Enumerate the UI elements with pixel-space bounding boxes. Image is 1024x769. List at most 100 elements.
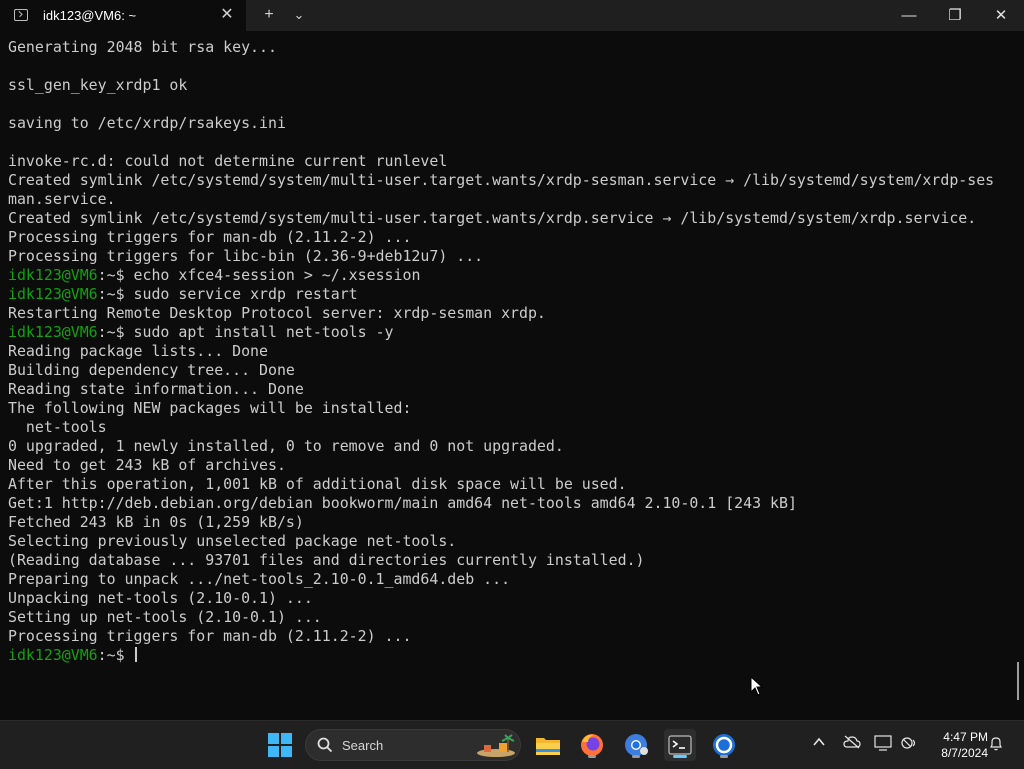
new-tab-button[interactable]: + [256, 3, 282, 27]
command-text [125, 646, 134, 664]
prompt-user-host: idk123@VM6 [8, 323, 98, 341]
terminal-line: Reading state information... Done [8, 380, 1018, 399]
cloud-offline-icon[interactable] [843, 735, 861, 749]
output-text: The following NEW packages will be insta… [8, 399, 412, 417]
terminal-prompt-line: idk123@VM6:~$ sudo service xrdp restart [8, 285, 1018, 304]
terminal-line: Created symlink /etc/systemd/system/mult… [8, 171, 1018, 190]
firefox-button[interactable] [576, 729, 608, 761]
running-indicator [720, 755, 728, 758]
prompt-path: :~$ [97, 323, 125, 341]
terminal-line: saving to /etc/xrdp/rsakeys.ini [8, 114, 1018, 133]
running-indicator [632, 755, 640, 758]
terminal-line: (Reading database ... 93701 files and di… [8, 551, 1018, 570]
terminal-prompt-line: idk123@VM6:~$ sudo apt install net-tools… [8, 323, 1018, 342]
terminal-line: Unpacking net-tools (2.10-0.1) ... [8, 589, 1018, 608]
prompt-path: :~$ [97, 266, 125, 284]
terminal-line: Fetched 243 kB in 0s (1,259 kB/s) [8, 513, 1018, 532]
terminal-line: Preparing to unpack .../net-tools_2.10-0… [8, 570, 1018, 589]
terminal-line: The following NEW packages will be insta… [8, 399, 1018, 418]
output-text: Created symlink /etc/systemd/system/mult… [8, 171, 995, 189]
terminal-tab[interactable]: idk123@VM6: ~ ✕ [0, 0, 246, 31]
output-text: Restarting Remote Desktop Protocol serve… [8, 304, 546, 322]
output-text: invoke-rc.d: could not determine current… [8, 152, 448, 170]
terminal-output[interactable]: Generating 2048 bit rsa key... ssl_gen_ke… [8, 38, 1018, 665]
terminal-line: invoke-rc.d: could not determine current… [8, 152, 1018, 171]
output-text: Processing triggers for libc-bin (2.36-9… [8, 247, 484, 265]
output-text: Setting up net-tools (2.10-0.1) ... [8, 608, 322, 626]
prompt-user-host: idk123@VM6 [8, 266, 98, 284]
clock[interactable]: 4:47 PM 8/7/2024 [926, 729, 988, 761]
clock-time: 4:47 PM [943, 730, 988, 744]
output-text: Need to get 243 kB of archives. [8, 456, 286, 474]
mouse-pointer-icon [750, 676, 764, 696]
search-icon [317, 737, 333, 753]
file-explorer-button[interactable] [532, 729, 564, 761]
output-text: Unpacking net-tools (2.10-0.1) ... [8, 589, 313, 607]
terminal-line: Generating 2048 bit rsa key... [8, 38, 1018, 57]
output-text: man.service. [8, 190, 116, 208]
terminal-line: ssl_gen_key_xrdp1 ok [8, 76, 1018, 95]
tab-title: idk123@VM6: ~ [43, 8, 137, 23]
command-text: sudo apt install net-tools -y [124, 323, 394, 341]
terminal-line: Processing triggers for libc-bin (2.36-9… [8, 247, 1018, 266]
chevron-up-icon[interactable] [812, 735, 826, 749]
terminal-prompt-line: idk123@VM6:~$ [8, 646, 1018, 665]
search-box[interactable]: Search [305, 729, 521, 761]
terminal-line: Building dependency tree... Done [8, 361, 1018, 380]
taskbar: Search 4:47 PM 8/7/2024 [0, 720, 1024, 769]
folder-icon [536, 738, 560, 755]
terminal-line: Restarting Remote Desktop Protocol serve… [8, 304, 1018, 323]
terminal-prompt-line: idk123@VM6:~$ echo xfce4-session > ~/.xs… [8, 266, 1018, 285]
terminal-line: Need to get 243 kB of archives. [8, 456, 1018, 475]
command-text: sudo service xrdp restart [124, 285, 358, 303]
terminal-line: 0 upgraded, 1 newly installed, 0 to remo… [8, 437, 1018, 456]
output-text: Fetched 243 kB in 0s (1,259 kB/s) [8, 513, 304, 531]
terminal-line: After this operation, 1,001 kB of additi… [8, 475, 1018, 494]
display-icon[interactable] [874, 735, 892, 751]
output-text: Get:1 http://deb.debian.org/debian bookw… [8, 494, 797, 512]
browser-button[interactable] [708, 729, 740, 761]
prompt-user-host: idk123@VM6 [8, 285, 98, 303]
output-text: Processing triggers for man-db (2.11.2-2… [8, 627, 412, 645]
terminal-button[interactable] [664, 729, 696, 761]
output-text: ssl_gen_key_xrdp1 ok [8, 76, 188, 94]
chrome-button[interactable] [620, 729, 652, 761]
search-highlight-icon [477, 734, 515, 757]
terminal-line: net-tools [8, 418, 1018, 437]
output-text: (Reading database ... 93701 files and di… [8, 551, 645, 569]
active-indicator [673, 755, 687, 758]
output-text: Building dependency tree... Done [8, 361, 295, 379]
output-text: Preparing to unpack .../net-tools_2.10-0… [8, 570, 511, 588]
output-text: saving to /etc/xrdp/rsakeys.ini [8, 114, 286, 132]
output-text: 0 upgraded, 1 newly installed, 0 to remo… [8, 437, 564, 455]
output-text: Generating 2048 bit rsa key... [8, 38, 277, 56]
prompt-path: :~$ [97, 285, 125, 303]
minimize-button[interactable]: — [886, 0, 932, 31]
terminal-line: Setting up net-tools (2.10-0.1) ... [8, 608, 1018, 627]
title-bar: idk123@VM6: ~ ✕ + ⌄ — ❐ ✕ [0, 0, 1024, 31]
output-text: Reading state information... Done [8, 380, 304, 398]
tab-dropdown-button[interactable]: ⌄ [286, 3, 312, 27]
close-window-button[interactable]: ✕ [978, 0, 1024, 31]
terminal-scrollbar[interactable] [1017, 662, 1019, 700]
restore-button[interactable]: ❐ [932, 0, 978, 31]
output-text: Processing triggers for man-db (2.11.2-2… [8, 228, 412, 246]
output-text: Created symlink /etc/systemd/system/mult… [8, 209, 977, 227]
terminal-line: Processing triggers for man-db (2.11.2-2… [8, 228, 1018, 247]
prompt-user-host: idk123@VM6 [8, 646, 98, 664]
terminal-line: man.service. [8, 190, 1018, 209]
bell-icon[interactable] [988, 735, 1004, 751]
output-text: Reading package lists... Done [8, 342, 268, 360]
output-text: net-tools [8, 418, 107, 436]
close-tab-icon[interactable]: ✕ [216, 4, 238, 26]
clock-date: 8/7/2024 [941, 746, 988, 760]
search-label: Search [342, 738, 384, 753]
start-button[interactable] [264, 729, 296, 761]
network-volume-icon[interactable] [900, 735, 918, 751]
terminal-line: Selecting previously unselected package … [8, 532, 1018, 551]
terminal-line: Reading package lists... Done [8, 342, 1018, 361]
output-text: After this operation, 1,001 kB of additi… [8, 475, 627, 493]
